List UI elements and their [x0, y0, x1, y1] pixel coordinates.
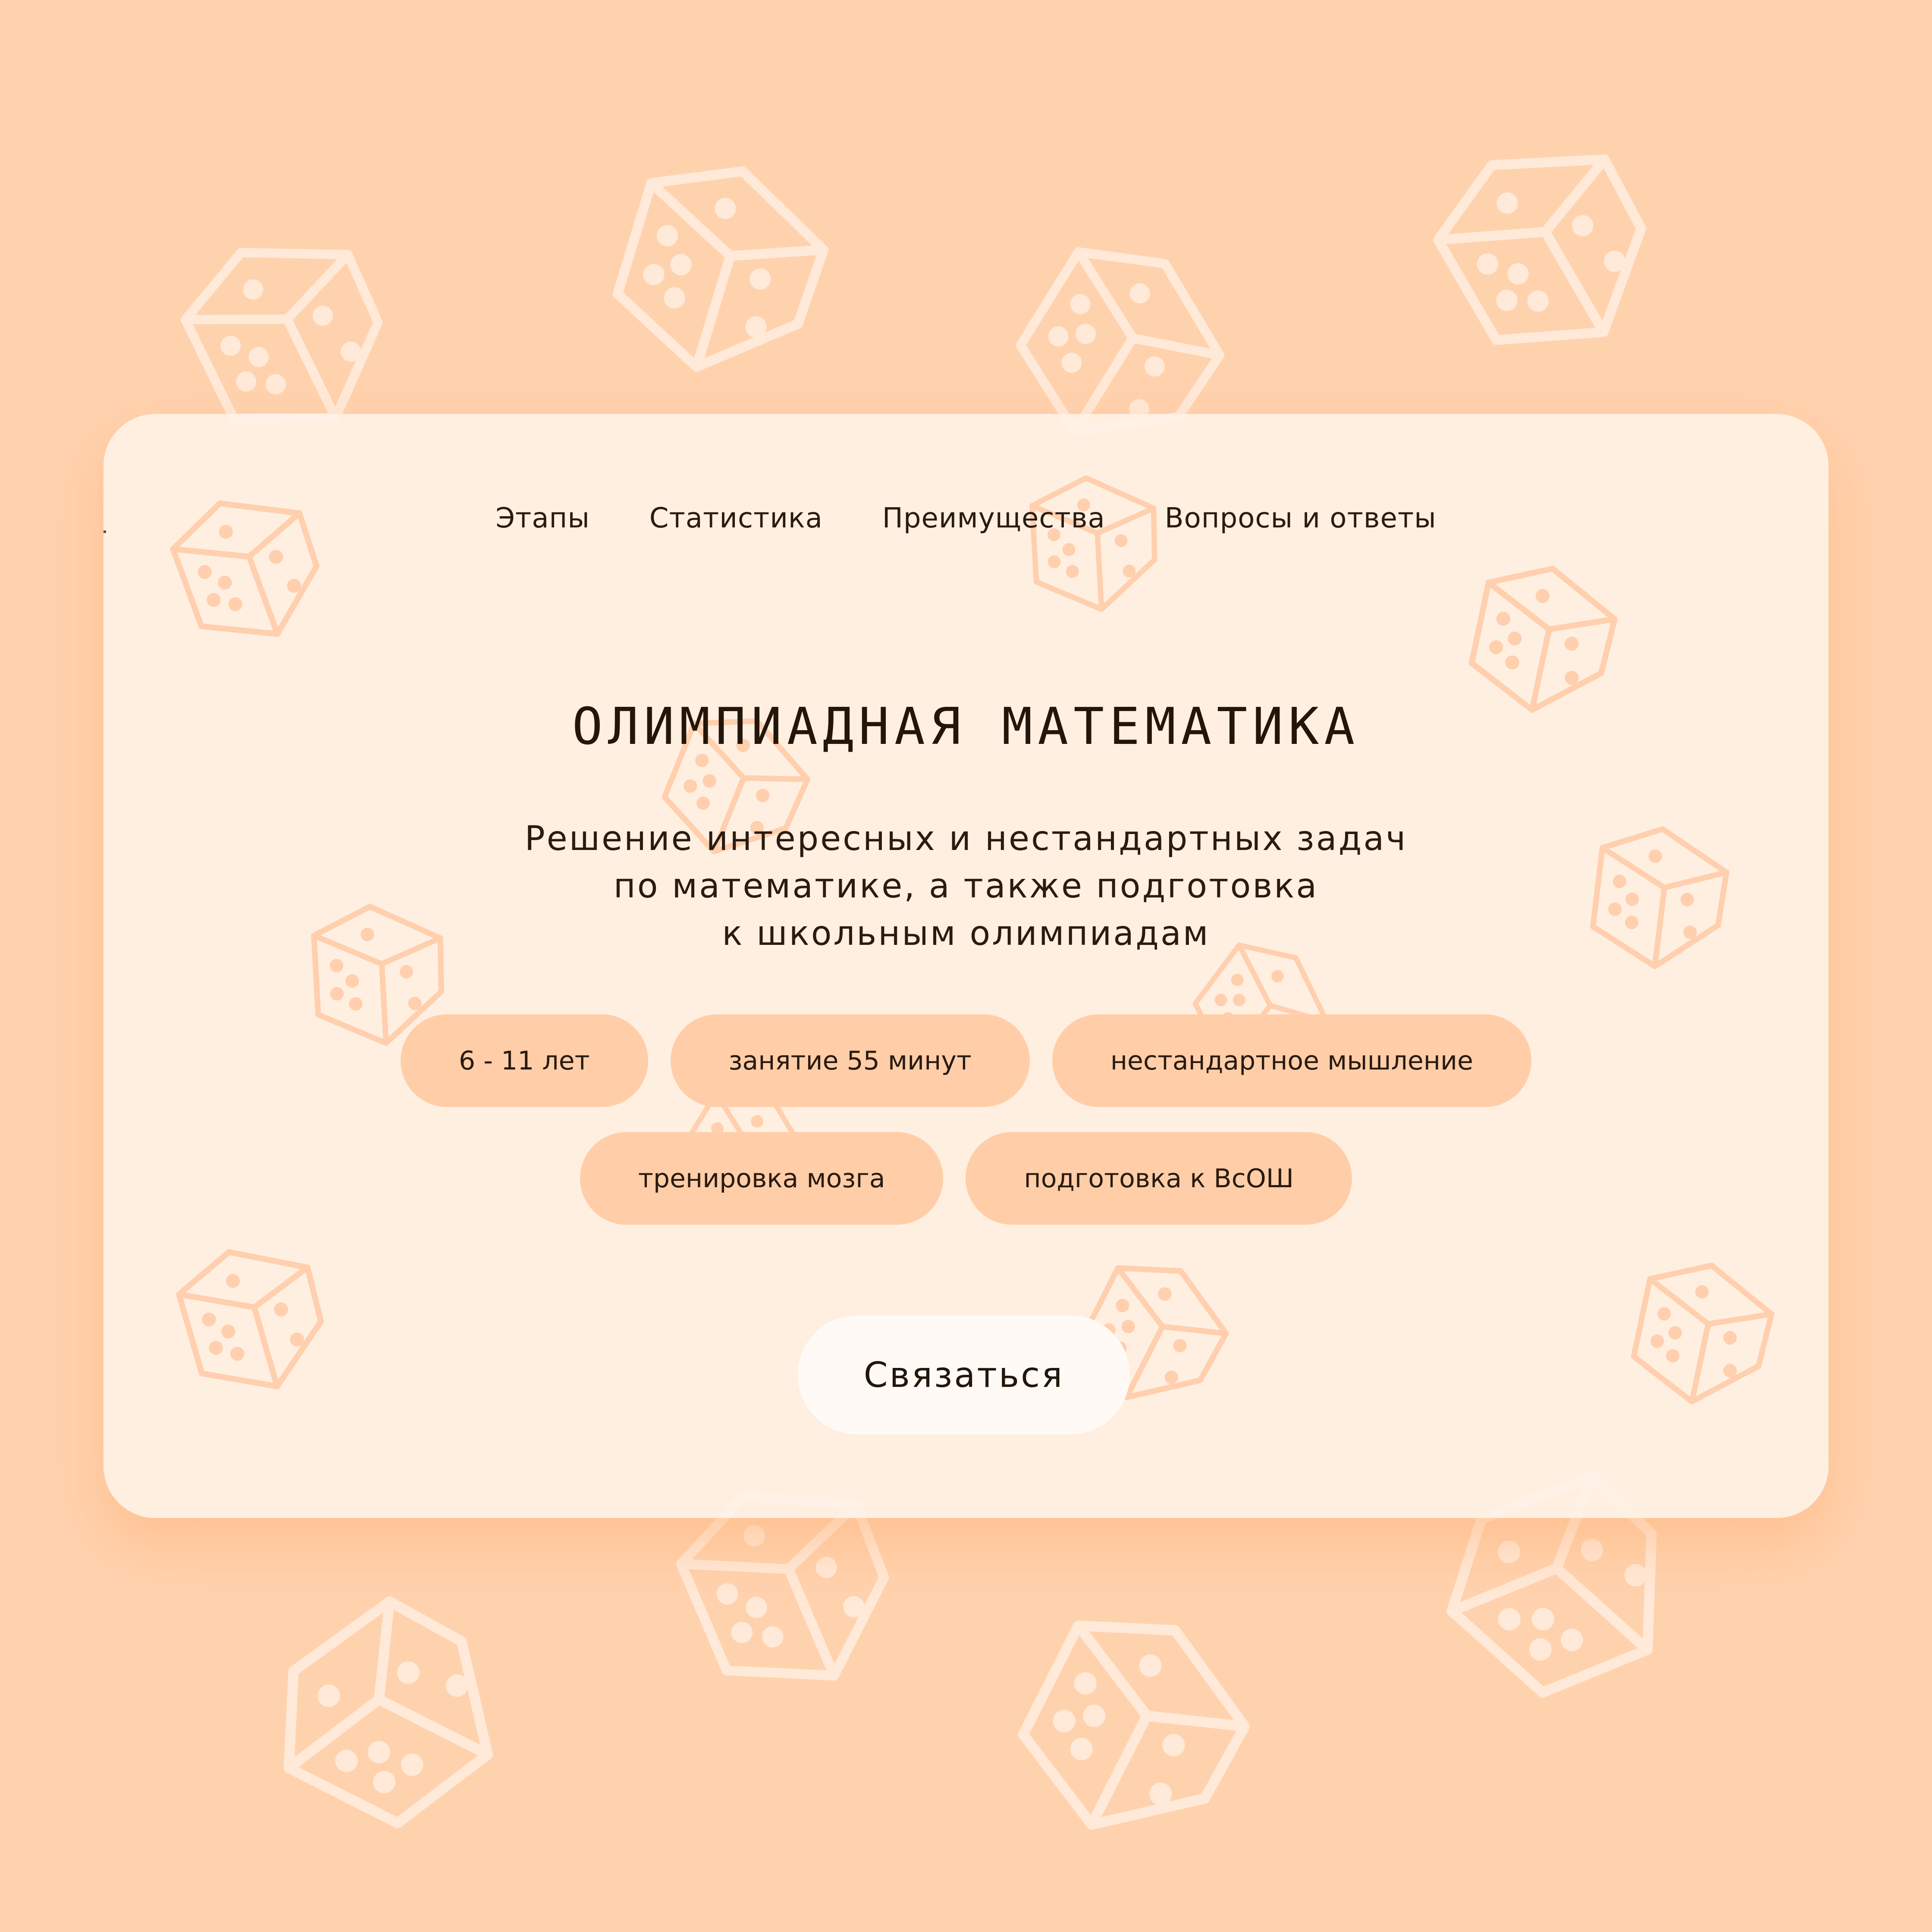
hero-description-line: Решение интересных и нестандартных задач	[524, 819, 1408, 858]
hero-description-line: к школьным олимпиадам	[722, 914, 1210, 953]
tag-age: 6 - 11 лет	[400, 1014, 648, 1107]
dice-icon	[989, 1583, 1274, 1869]
nav-link-stages[interactable]: Этапы	[496, 502, 590, 534]
tags-row-1: 6 - 11 лет занятие 55 минут нестандартно…	[104, 1014, 1828, 1107]
nav-link-faq[interactable]: Вопросы и ответы	[1165, 502, 1436, 534]
nav-link-advantages[interactable]: Преимущества	[882, 502, 1105, 534]
nav-link-statistics[interactable]: Статистика	[649, 502, 823, 534]
dice-icon	[174, 1241, 329, 1398]
dice-icon	[1420, 122, 1672, 376]
page-title: ОЛИМПИАДНАЯ МАТЕМАТИКА	[572, 696, 1360, 756]
contact-button[interactable]: Связаться	[798, 1315, 1130, 1434]
hero-description: Решение интересных и нестандартных задач…	[104, 815, 1828, 957]
tag-olympiad-prep: подготовка к ВсОШ	[966, 1132, 1352, 1225]
dice-icon	[1024, 474, 1161, 613]
tag-thinking: нестандартное мышление	[1052, 1014, 1532, 1107]
top-navigation: Этапы Статистика Преимущества Вопросы и …	[104, 502, 1828, 534]
tag-lesson-duration: занятие 55 минут	[670, 1014, 1030, 1107]
dice-icon	[1615, 1247, 1785, 1419]
hero-description-line: по математике, а также подготовка	[613, 867, 1319, 906]
tag-brain-training: тренировка мозга	[580, 1132, 944, 1225]
hero-card: Этапы Статистика Преимущества Вопросы и …	[104, 414, 1828, 1518]
dice-icon	[589, 138, 847, 398]
dice-icon	[246, 1572, 532, 1857]
tags-row-2: тренировка мозга подготовка к ВсОШ	[104, 1132, 1828, 1225]
